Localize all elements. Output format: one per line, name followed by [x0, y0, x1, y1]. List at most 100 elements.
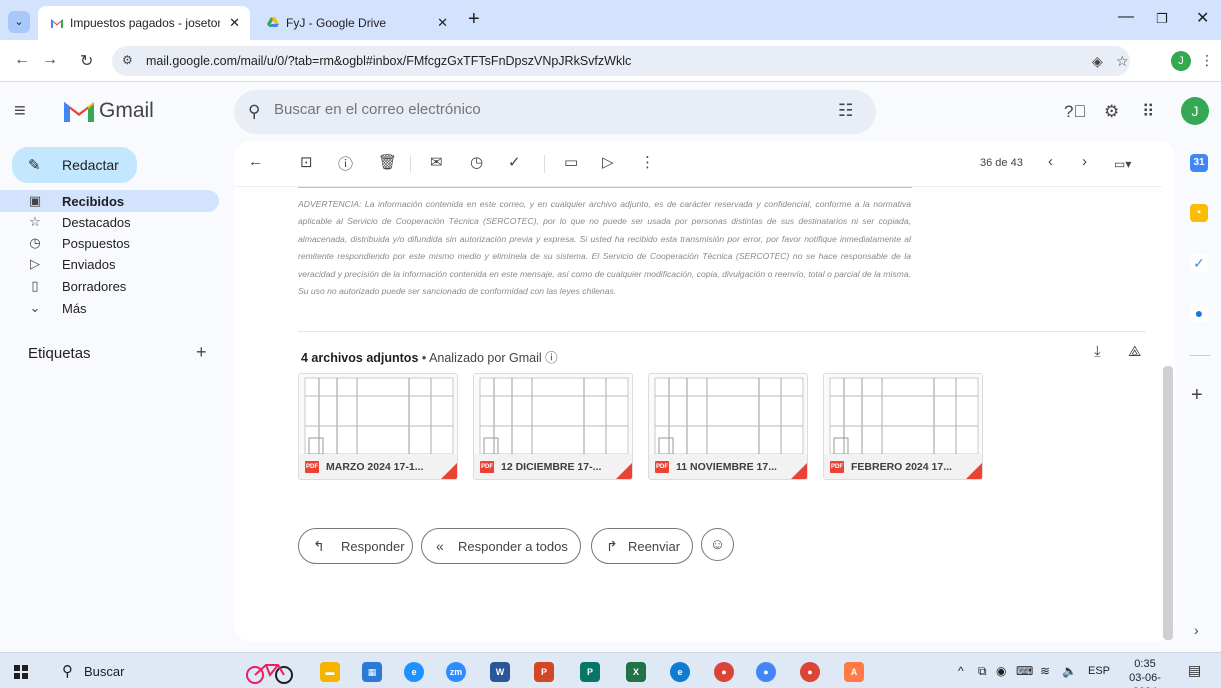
powerpoint-icon[interactable]: P [534, 662, 554, 682]
account-avatar[interactable]: J [1181, 97, 1209, 125]
tray-network-globe-icon[interactable]: ◉ [996, 664, 1006, 678]
side-panel-divider [1190, 355, 1210, 356]
tasks-icon[interactable]: ✓ [1190, 254, 1208, 272]
reply-button[interactable]: ↰ Responder [298, 528, 413, 564]
reload-icon[interactable]: ↻ [80, 51, 93, 71]
back-icon[interactable]: ← [14, 51, 30, 69]
site-info-icon[interactable]: ⚙ [122, 53, 133, 67]
attachments-header: 4 archivos adjuntos • Analizado por Gmai… [301, 347, 558, 366]
nav-item-inbox[interactable]: ▣ Recibidos [0, 190, 219, 212]
tray-ime-icon[interactable]: ⌨ [1016, 664, 1033, 678]
tab-search-button[interactable]: ⌄ [8, 11, 30, 33]
tab-close-icon[interactable]: ✕ [437, 6, 448, 40]
report-spam-icon[interactable]: ⓘ [338, 153, 353, 174]
browser-profile-avatar[interactable]: J [1171, 51, 1191, 71]
gmail-logo-icon[interactable] [62, 98, 96, 124]
nav-item-sent[interactable]: ▷ Enviados [0, 253, 219, 275]
search-input[interactable] [274, 101, 814, 118]
close-window-icon[interactable]: ✕ [1196, 8, 1209, 28]
snooze-icon[interactable]: ◷ [470, 153, 483, 171]
excel-icon[interactable]: X [626, 662, 646, 682]
internet-explorer-icon[interactable]: e [404, 662, 424, 682]
info-icon[interactable]: ⓘ [545, 351, 558, 365]
attachment-card[interactable]: PDF 12 DICIEMBRE 17-... [473, 373, 633, 480]
bookmark-star-icon[interactable]: ☆ [1116, 53, 1129, 70]
tab-title: Impuestos pagados - josetomas [70, 16, 220, 30]
avast-icon[interactable]: A [844, 662, 864, 682]
omnibox[interactable]: ⚙ mail.google.com/mail/u/0/?tab=rm&ogbl#… [112, 46, 1130, 76]
nav-item-starred[interactable]: ☆ Destacados [0, 211, 219, 233]
archive-icon[interactable]: ⊡ [300, 153, 313, 171]
chrome-profile-icon[interactable]: ● [756, 662, 776, 682]
more-actions-icon[interactable]: ⋮ [640, 153, 655, 171]
add-label-icon[interactable]: + [196, 342, 207, 363]
file-explorer-icon[interactable]: ▬ [320, 662, 340, 682]
minimize-icon[interactable]: — [1118, 8, 1134, 26]
language-indicator[interactable]: ESP [1088, 665, 1110, 677]
toolbar-divider [544, 155, 545, 173]
nav-item-snoozed[interactable]: ◷ Pospuestos [0, 232, 219, 254]
nav-item-label: Pospuestos [62, 236, 130, 251]
edge-icon[interactable]: e [670, 662, 690, 682]
tab-google-drive[interactable]: FyJ - Google Drive ✕ [254, 6, 458, 40]
nav-item-label: Borradores [62, 279, 127, 294]
windows-taskbar: ⚲ Buscar ▬ ▦ e zm W P P X e ● ● ● A ^ ⧉ … [0, 652, 1221, 688]
forward-icon[interactable]: → [42, 51, 58, 69]
keep-icon[interactable]: ▪ [1190, 204, 1208, 222]
browser-menu-icon[interactable]: ⋮ [1200, 52, 1214, 69]
chevron-down-icon: ⌄ [29, 300, 41, 315]
calendar-icon[interactable]: 31 [1190, 154, 1208, 172]
compose-button[interactable]: ✎ Redactar [12, 147, 137, 183]
publisher-icon[interactable]: P [580, 662, 600, 682]
input-tools-icon[interactable]: ▭▾ [1114, 157, 1131, 171]
attachment-card[interactable]: PDF 11 NOVIEMBRE 17... [648, 373, 808, 480]
windows-start-icon[interactable] [14, 665, 28, 679]
restore-icon[interactable]: ❐ [1156, 11, 1168, 27]
attachment-card[interactable]: PDF MARZO 2024 17-1... [298, 373, 458, 480]
hide-panel-chevron-icon[interactable]: › [1194, 622, 1199, 638]
word-icon[interactable]: W [490, 662, 510, 682]
wifi-icon[interactable]: ≋ [1040, 664, 1050, 678]
nav-item-more[interactable]: ⌄ Más [0, 297, 219, 319]
newer-chevron-icon[interactable]: ‹ [1048, 153, 1053, 170]
move-to-icon[interactable]: ▭ [564, 153, 578, 171]
new-tab-button[interactable]: + [468, 8, 480, 31]
tray-expand-icon[interactable]: ^ [958, 664, 964, 678]
contacts-icon[interactable]: ● [1190, 304, 1208, 322]
chrome-profile-2-icon[interactable]: ● [800, 662, 820, 682]
older-chevron-icon[interactable]: › [1082, 153, 1087, 170]
attachment-card[interactable]: PDF FEBRERO 2024 17... [823, 373, 983, 480]
tab-gmail[interactable]: Impuestos pagados - josetomas ✕ [38, 6, 250, 40]
forward-icon: ↱ [606, 538, 618, 554]
taskbar-search-icon[interactable]: ⚲ [62, 662, 73, 680]
help-icon[interactable]: ?⃝ [1064, 102, 1086, 122]
eye-slash-icon[interactable]: ◈ [1092, 53, 1103, 70]
apps-grid-icon[interactable]: ⠿ [1142, 102, 1154, 122]
search-options-icon[interactable]: ☷ [838, 101, 853, 121]
chrome-icon[interactable]: ● [714, 662, 734, 682]
get-addons-icon[interactable]: + [1191, 384, 1203, 407]
add-task-icon[interactable]: ✓ [508, 153, 521, 171]
volume-icon[interactable]: 🔈 [1062, 664, 1077, 678]
main-menu-icon[interactable]: ≡ [14, 100, 26, 123]
mark-unread-icon[interactable]: ✉ [430, 153, 443, 171]
taskbar-search-label[interactable]: Buscar [84, 664, 124, 679]
notifications-icon[interactable]: ▤ [1188, 662, 1201, 679]
nav-item-drafts[interactable]: ▯ Borradores [0, 275, 219, 297]
emoji-reaction-icon[interactable]: ☺ [701, 528, 734, 561]
forward-button[interactable]: ↱ Reenviar [591, 528, 693, 564]
delete-icon[interactable]: 🗑 [378, 153, 397, 171]
search-icon[interactable]: ⚲ [248, 102, 260, 122]
tab-close-icon[interactable]: ✕ [229, 6, 240, 40]
reply-all-button[interactable]: « Responder a todos [421, 528, 581, 564]
clock[interactable]: 0:35 03-06-2024 [1120, 657, 1170, 688]
add-to-drive-icon[interactable]: ⟁ [1128, 343, 1141, 360]
label-icon[interactable]: ▷ [602, 153, 614, 171]
control-panel-icon[interactable]: ▦ [362, 662, 382, 682]
download-all-icon[interactable]: ⤓ [1094, 343, 1101, 360]
back-to-inbox-icon[interactable]: ← [248, 153, 263, 170]
tray-app-icon[interactable]: ⧉ [978, 664, 987, 679]
settings-gear-icon[interactable]: ⚙ [1104, 102, 1119, 122]
scrollbar[interactable] [1163, 366, 1173, 640]
zoom-icon[interactable]: zm [446, 662, 466, 682]
